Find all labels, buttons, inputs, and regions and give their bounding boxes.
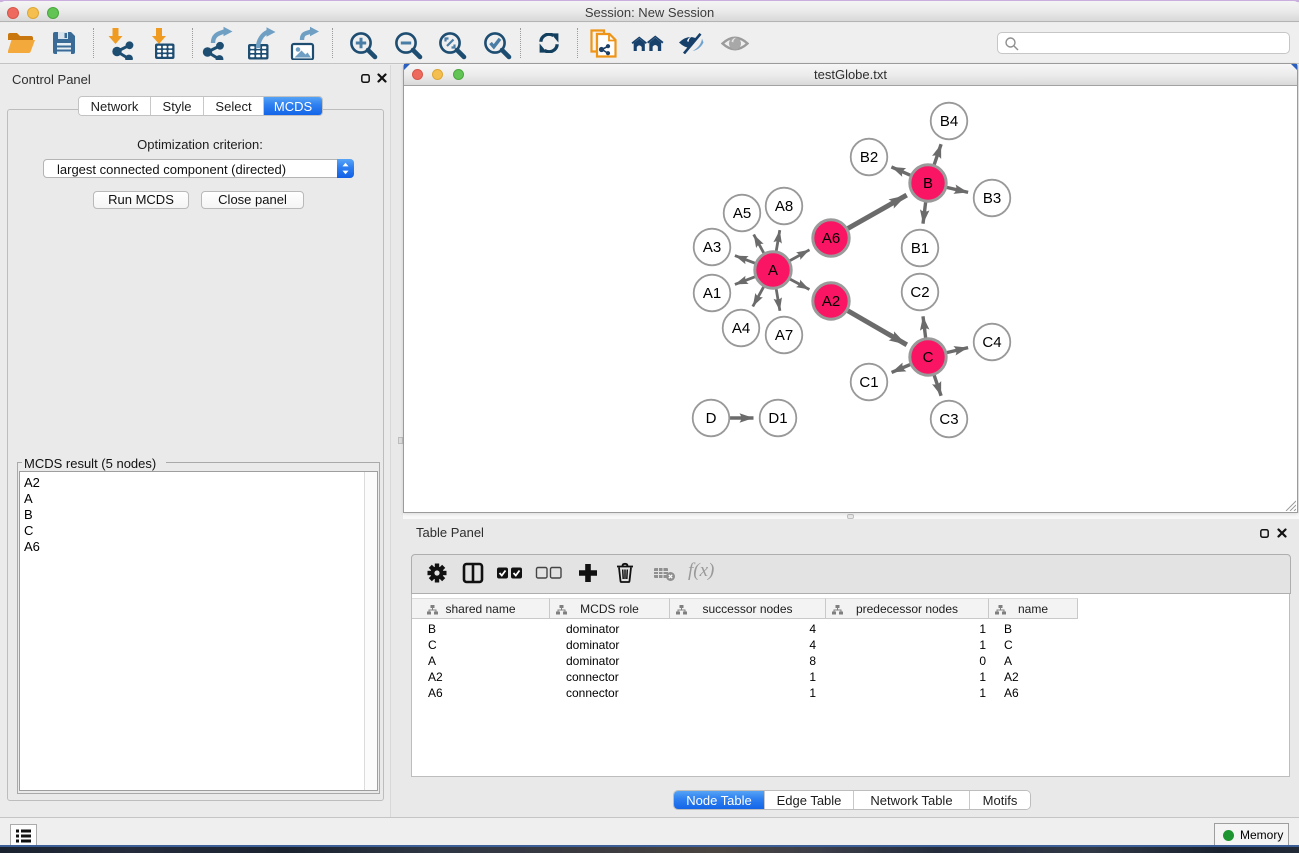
svg-text:A4: A4 — [732, 320, 750, 337]
svg-text:A1: A1 — [703, 285, 721, 302]
svg-text:B4: B4 — [940, 113, 958, 130]
svg-text:B2: B2 — [860, 149, 878, 166]
svg-text:D1: D1 — [768, 410, 787, 427]
svg-text:C: C — [923, 349, 934, 366]
svg-text:A8: A8 — [775, 198, 793, 215]
svg-text:A3: A3 — [703, 239, 721, 256]
svg-text:B: B — [923, 175, 933, 192]
svg-text:C3: C3 — [939, 411, 958, 428]
svg-text:A: A — [768, 262, 778, 279]
svg-text:B1: B1 — [911, 240, 929, 257]
svg-text:B3: B3 — [983, 190, 1001, 207]
svg-text:A2: A2 — [822, 293, 840, 310]
svg-text:C4: C4 — [982, 334, 1001, 351]
svg-text:D: D — [706, 410, 717, 427]
svg-text:C1: C1 — [859, 374, 878, 391]
svg-text:A5: A5 — [733, 205, 751, 222]
svg-text:A7: A7 — [775, 327, 793, 344]
svg-text:C2: C2 — [910, 284, 929, 301]
svg-text:A6: A6 — [822, 230, 840, 247]
